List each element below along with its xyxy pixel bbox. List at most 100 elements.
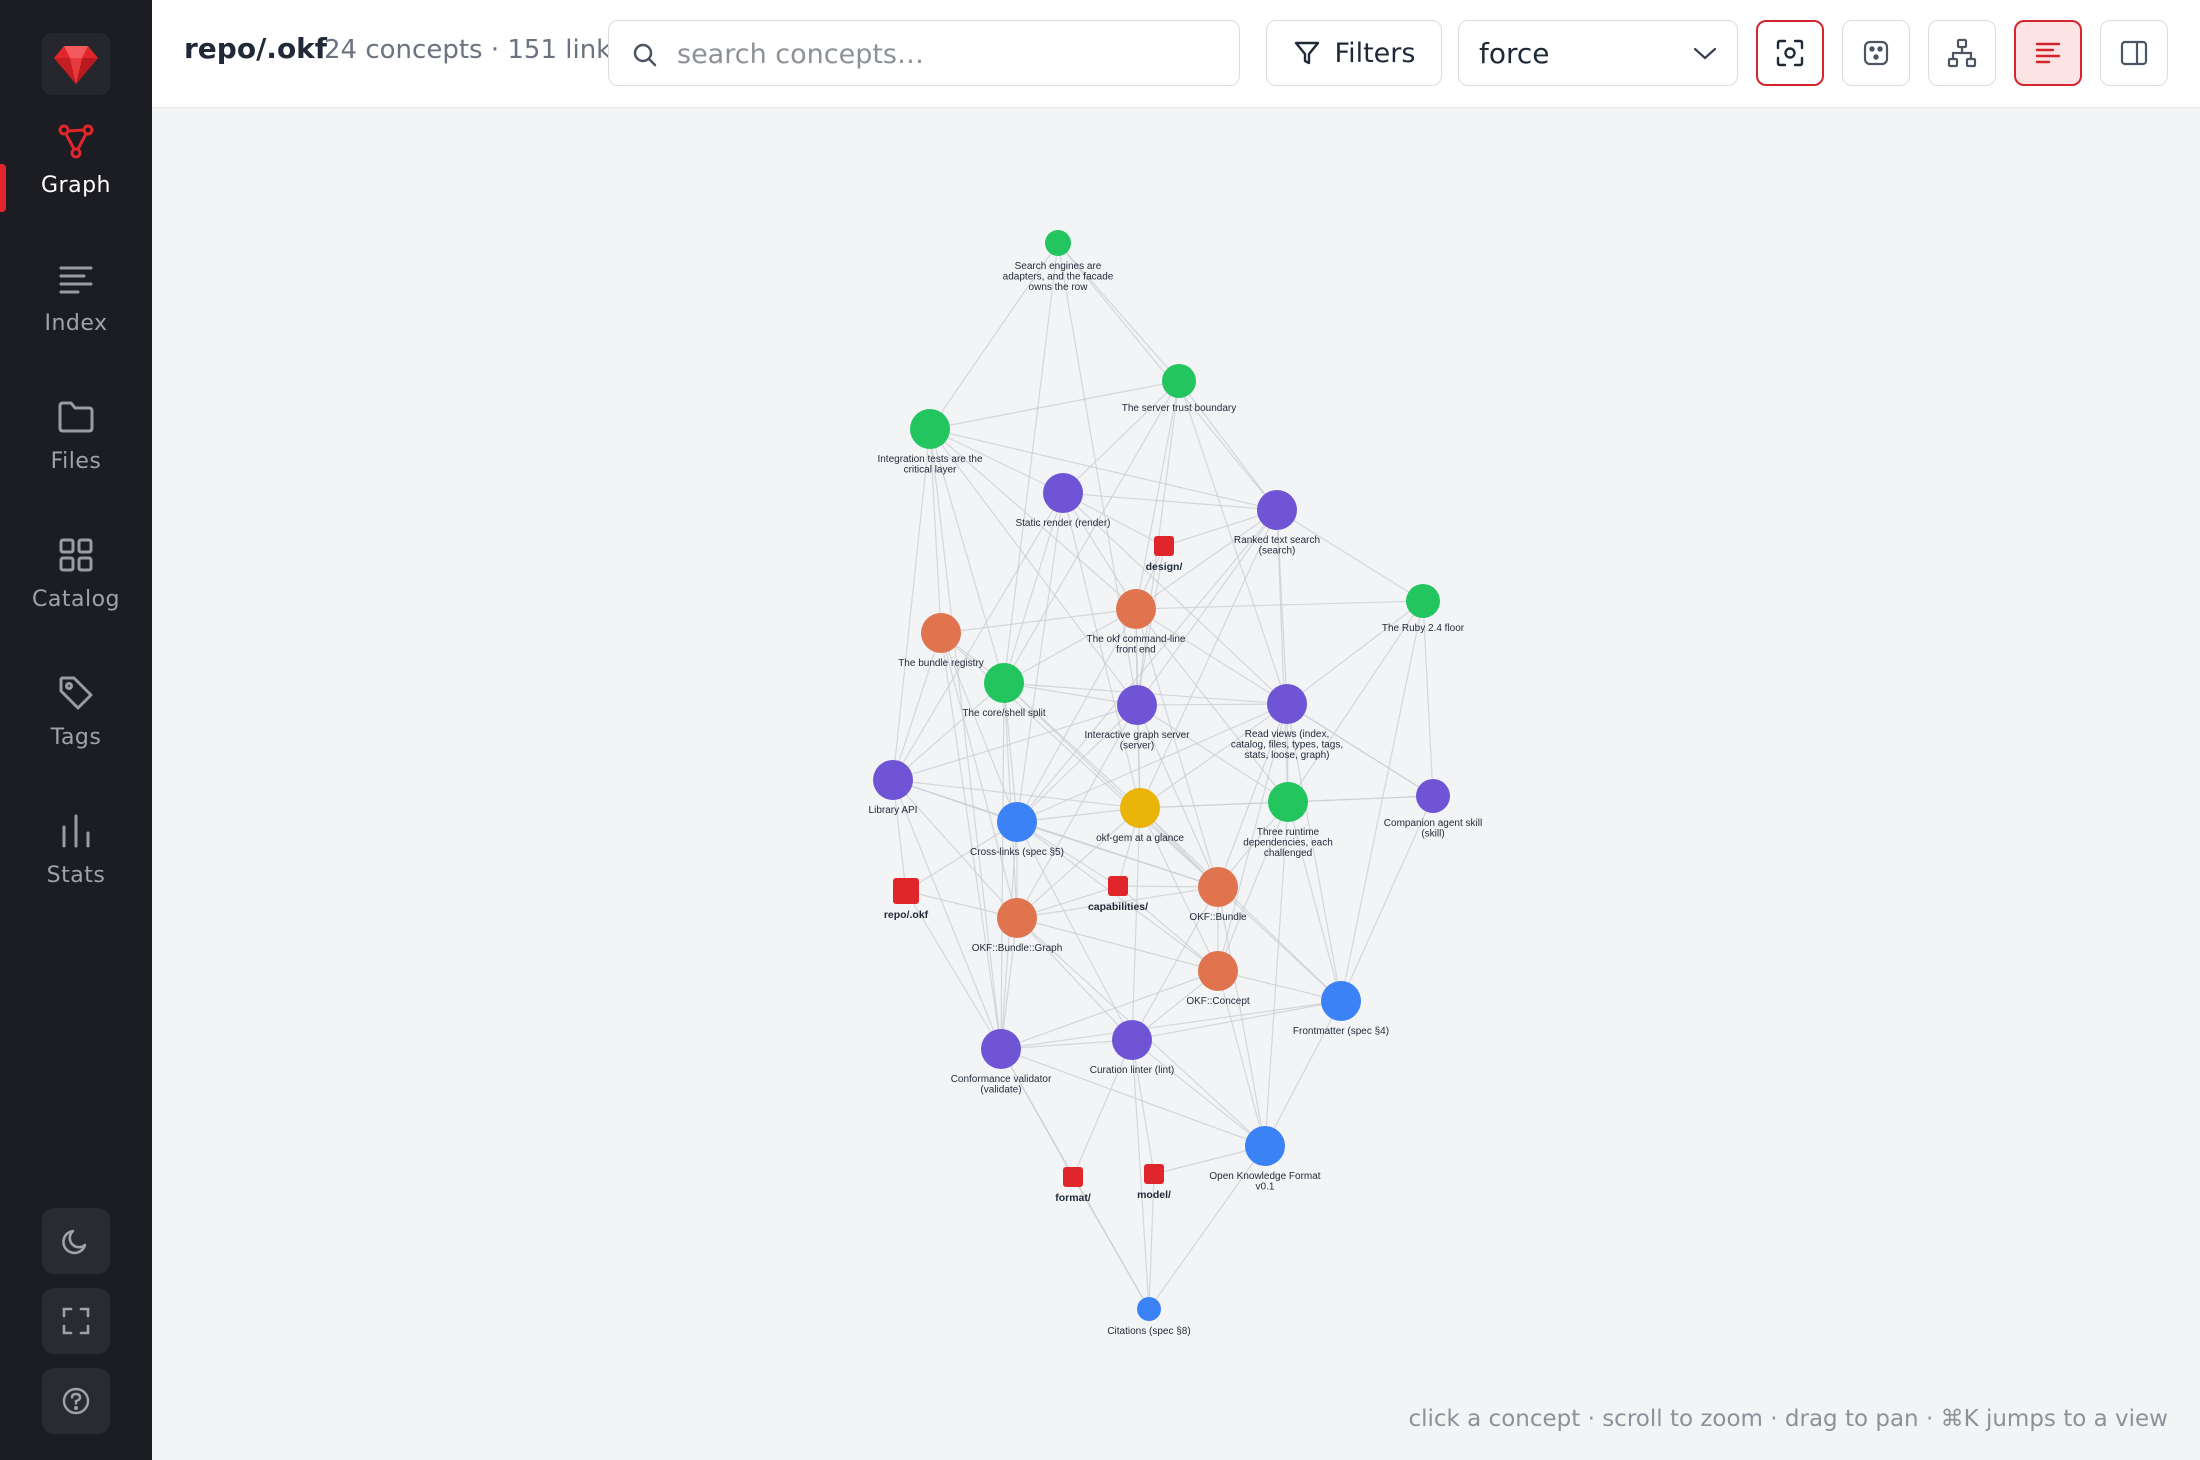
graph-concept-node[interactable]: Citations (spec §8)	[1107, 1297, 1191, 1337]
concept-node-circle[interactable]	[1112, 1020, 1152, 1060]
concept-node-circle[interactable]	[910, 409, 950, 449]
graph-concept-node[interactable]: Curation linter (lint)	[1090, 1020, 1174, 1076]
graph-node-label: Curation linter (lint)	[1090, 1065, 1174, 1076]
concept-node-circle[interactable]	[1120, 788, 1160, 828]
graph-edge	[1016, 917, 1133, 1041]
graph-concept-node[interactable]: Open Knowledge Format v0.1	[1209, 1126, 1321, 1193]
filters-button[interactable]: Filters	[1266, 20, 1442, 86]
graph-concept-node[interactable]: The core/shell split	[962, 663, 1046, 719]
graph-concept-node[interactable]: Static render (render)	[1015, 473, 1111, 529]
chevron-down-icon	[1693, 47, 1717, 60]
concept-node-circle[interactable]	[1321, 981, 1361, 1021]
graph-edge	[1131, 1039, 1155, 1175]
graph-concept-node[interactable]: Frontmatter (spec §4)	[1293, 981, 1389, 1037]
concept-node-circle[interactable]	[984, 663, 1024, 703]
graph-concept-node[interactable]: Integration tests are the critical layer	[877, 409, 983, 476]
concept-node-circle[interactable]	[1045, 230, 1071, 256]
layout-select-value: force	[1479, 37, 1550, 70]
concept-node-circle[interactable]	[1137, 1297, 1161, 1321]
graph-node-label: okf-gem at a glance	[1096, 833, 1184, 844]
graph-node-label: Citations (spec §8)	[1107, 1326, 1190, 1337]
graph-node-label: Cross-links (spec §5)	[970, 847, 1064, 858]
sidebar-item-label: Graph	[41, 172, 111, 198]
fullscreen-button[interactable]	[42, 1288, 110, 1354]
graph-concept-node[interactable]: OKF::Bundle	[1189, 867, 1247, 923]
graph-concept-node[interactable]: The Ruby 2.4 floor	[1382, 584, 1465, 634]
concept-node-circle[interactable]	[1162, 364, 1196, 398]
concept-node-circle[interactable]	[1416, 779, 1450, 813]
graph-canvas[interactable]: Search engines are adapters, and the faca…	[152, 108, 2200, 1460]
concept-node-circle[interactable]	[1198, 951, 1238, 991]
list-view-button[interactable]	[2014, 20, 2082, 86]
folder-node-square[interactable]	[1154, 536, 1174, 556]
folder-node-square[interactable]	[1063, 1167, 1083, 1187]
folder-icon	[56, 397, 96, 437]
sidebar-item-graph[interactable]: Graph	[0, 100, 152, 218]
concept-node-circle[interactable]	[997, 802, 1037, 842]
search-box[interactable]	[608, 20, 1240, 86]
concept-node-circle[interactable]	[1043, 473, 1083, 513]
sidebar-item-label: Files	[50, 448, 102, 474]
graph-concept-node[interactable]: okf-gem at a glance	[1096, 788, 1184, 844]
graph-concept-node[interactable]: Read views (index, catalog, files, types,…	[1231, 684, 1343, 761]
sidebar-item-label: Catalog	[32, 586, 120, 612]
search-icon	[633, 43, 657, 67]
tag-icon	[56, 673, 96, 713]
concept-node-circle[interactable]	[1198, 867, 1238, 907]
folder-node-square[interactable]	[893, 878, 919, 904]
help-icon	[62, 1387, 90, 1415]
fullscreen-icon	[62, 1307, 90, 1335]
focus-button[interactable]	[1756, 20, 1824, 86]
concept-node-circle[interactable]	[1267, 684, 1307, 724]
index-icon	[56, 259, 96, 299]
panel-toggle-button[interactable]	[2100, 20, 2168, 86]
graph-folder-node[interactable]: model/	[1137, 1164, 1171, 1201]
folder-node-square[interactable]	[1144, 1164, 1164, 1184]
panel-icon	[2120, 40, 2148, 66]
graph-node-label: Ranked text search (search)	[1234, 535, 1320, 557]
folder-node-square[interactable]	[1108, 876, 1128, 896]
concept-node-circle[interactable]	[1257, 490, 1297, 530]
sidebar-item-catalog[interactable]: Catalog	[0, 514, 152, 632]
graph-edge	[892, 682, 1005, 781]
concept-graph[interactable]: Search engines are adapters, and the faca…	[152, 108, 2200, 1460]
hierarchy-button[interactable]	[1928, 20, 1996, 86]
sidebar-item-label: Index	[44, 310, 108, 336]
concept-node-circle[interactable]	[1117, 685, 1157, 725]
graph-concept-node[interactable]: The okf command-line front end	[1087, 589, 1186, 656]
concept-node-circle[interactable]	[1245, 1126, 1285, 1166]
layout-select[interactable]: force	[1458, 20, 1738, 86]
graph-edge	[1000, 970, 1219, 1050]
sidebar-item-label: Stats	[46, 862, 106, 888]
hierarchy-icon	[1947, 38, 1977, 68]
concept-count: 24 concepts · 151 links	[324, 35, 625, 65]
sidebar-item-stats[interactable]: Stats	[0, 790, 152, 908]
sidebar-item-index[interactable]: Index	[0, 238, 152, 356]
concept-node-circle[interactable]	[1116, 589, 1156, 629]
graph-concept-node[interactable]: Companion agent skill (skill)	[1384, 779, 1482, 840]
graph-node-label: The Ruby 2.4 floor	[1382, 623, 1465, 634]
random-button[interactable]	[1842, 20, 1910, 86]
concept-node-circle[interactable]	[873, 760, 913, 800]
graph-folder-node[interactable]: format/	[1055, 1167, 1091, 1204]
sidebar-item-label: Tags	[50, 724, 102, 750]
graph-node-label: The server trust boundary	[1122, 403, 1237, 414]
graph-concept-node[interactable]: Library API	[869, 760, 918, 816]
concept-node-circle[interactable]	[1268, 782, 1308, 822]
sidebar-item-tags[interactable]: Tags	[0, 652, 152, 770]
search-input[interactable]	[675, 33, 1219, 75]
theme-toggle-button[interactable]	[42, 1208, 110, 1274]
concept-node-circle[interactable]	[997, 898, 1037, 938]
graph-folder-node[interactable]: repo/.okf	[884, 878, 929, 921]
concept-node-circle[interactable]	[981, 1029, 1021, 1069]
graph-edge	[1136, 703, 1288, 706]
graph-edge	[1286, 600, 1424, 705]
help-button[interactable]	[42, 1368, 110, 1434]
sidebar-item-files[interactable]: Files	[0, 376, 152, 494]
concept-node-circle[interactable]	[1406, 584, 1440, 618]
logo[interactable]	[42, 33, 110, 95]
concept-node-circle[interactable]	[921, 613, 961, 653]
graph-concept-node[interactable]: The bundle registry	[898, 613, 984, 669]
graph-node-label: capabilities/	[1088, 901, 1148, 913]
graph-concept-node[interactable]: Search engines are adapters, and the faca…	[1003, 230, 1114, 293]
